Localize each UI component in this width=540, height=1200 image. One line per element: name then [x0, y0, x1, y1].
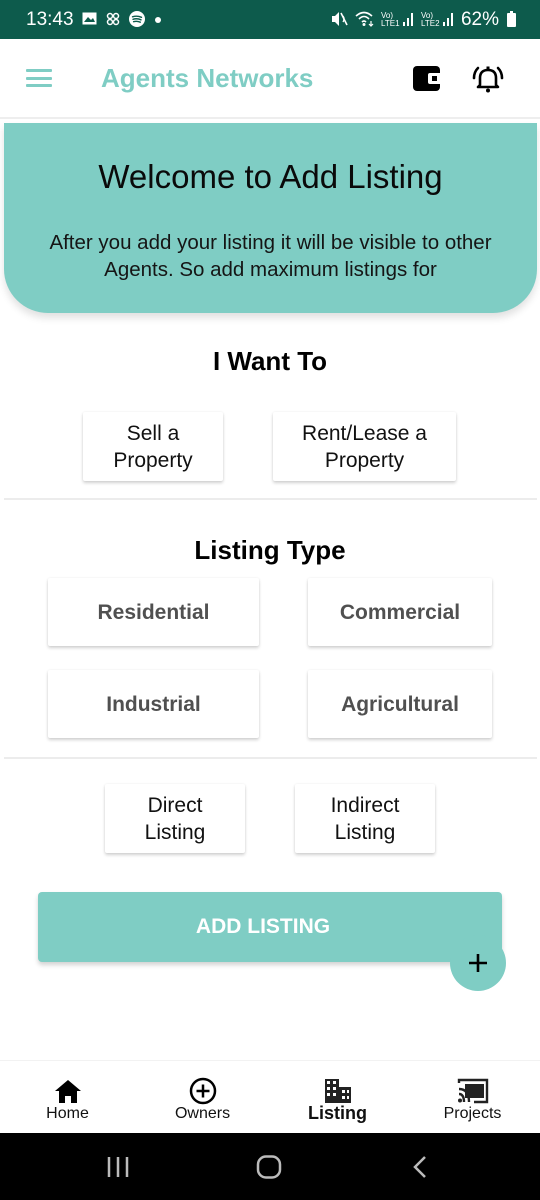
app-bar: Agents Networks — [0, 39, 540, 119]
direct-line2: Listing — [144, 820, 206, 844]
direct-line1: Direct — [147, 793, 203, 817]
rent-line1: Rent/Lease a — [302, 421, 427, 445]
home-icon — [54, 1080, 81, 1103]
nav-owners-label: Owners — [174, 1105, 231, 1122]
rent-lease-property-button[interactable]: Rent/Lease a Property — [273, 412, 456, 481]
cast-icon — [457, 1078, 488, 1104]
agricultural-button[interactable]: Agricultural — [308, 670, 492, 738]
pinwheel-icon — [105, 11, 121, 29]
mute-icon — [331, 11, 349, 29]
nav-projects-label: Projects — [443, 1105, 502, 1122]
indirect-line1: Indirect — [330, 793, 400, 817]
app-title: Agents Networks — [101, 63, 314, 93]
indirect-listing-button[interactable]: Indirect Listing — [295, 784, 435, 853]
svg-text:LTE1: LTE1 — [381, 19, 400, 28]
add-fab-button[interactable] — [450, 935, 506, 991]
battery-icon — [507, 10, 516, 27]
nav-owners[interactable]: Owners — [135, 1061, 270, 1133]
svg-text:LTE2: LTE2 — [421, 19, 440, 28]
banner-title: Welcome to Add Listing — [98, 158, 443, 195]
residential-label: Residential — [97, 600, 210, 624]
nav-projects[interactable]: Projects — [405, 1061, 540, 1133]
recents-icon[interactable] — [105, 1155, 131, 1179]
sell-line2: Property — [113, 448, 193, 472]
agricultural-label: Agricultural — [341, 692, 459, 716]
divider — [4, 498, 537, 500]
menu-icon[interactable] — [26, 69, 52, 87]
commercial-label: Commercial — [339, 600, 461, 624]
listing-type-title: Listing Type — [194, 535, 346, 565]
home-circle-icon[interactable] — [256, 1155, 282, 1179]
plus-icon — [469, 954, 487, 972]
bottom-navigation: Home Owners Listing Projects — [0, 1060, 540, 1132]
battery-percent: 62% — [460, 8, 499, 30]
gallery-icon — [82, 12, 97, 27]
residential-button[interactable]: Residential — [48, 578, 259, 646]
i-want-to-title: I Want To — [212, 346, 328, 376]
sell-property-button[interactable]: Sell a Property — [83, 412, 223, 481]
rent-line2: Property — [324, 448, 405, 472]
industrial-button[interactable]: Industrial — [48, 670, 259, 738]
divider — [4, 757, 537, 759]
lte2-signal-icon: Vo) LTE2 — [421, 10, 455, 30]
building-icon — [324, 1079, 351, 1103]
bell-icon[interactable] — [470, 63, 506, 95]
add-listing-button[interactable]: ADD LISTING — [38, 892, 502, 962]
industrial-label: Industrial — [106, 692, 201, 716]
nav-home[interactable]: Home — [0, 1061, 135, 1133]
back-icon[interactable] — [410, 1155, 430, 1179]
welcome-banner: Welcome to Add Listing After you add you… — [4, 123, 537, 313]
wallet-icon[interactable] — [413, 66, 440, 91]
banner-text: After you add your listing it will be vi… — [49, 231, 492, 281]
indirect-line2: Listing — [334, 820, 396, 844]
nav-home-label: Home — [46, 1105, 89, 1122]
wifi-icon — [355, 11, 375, 29]
dot-icon — [153, 13, 163, 27]
sell-line1: Sell a — [126, 421, 180, 445]
status-time: 13:43 — [26, 8, 74, 30]
status-bar: 13:43 Vo) LTE1 Vo) LTE2 62% — [0, 0, 540, 39]
nav-listing-label: Listing — [308, 1103, 367, 1123]
lte1-signal-icon: Vo) LTE1 — [381, 10, 415, 30]
direct-listing-button[interactable]: Direct Listing — [105, 784, 245, 853]
commercial-button[interactable]: Commercial — [308, 578, 492, 646]
add-circle-icon — [189, 1077, 216, 1105]
system-navigation-bar — [0, 1133, 540, 1200]
nav-listing[interactable]: Listing — [270, 1061, 405, 1133]
spotify-icon — [128, 10, 145, 29]
